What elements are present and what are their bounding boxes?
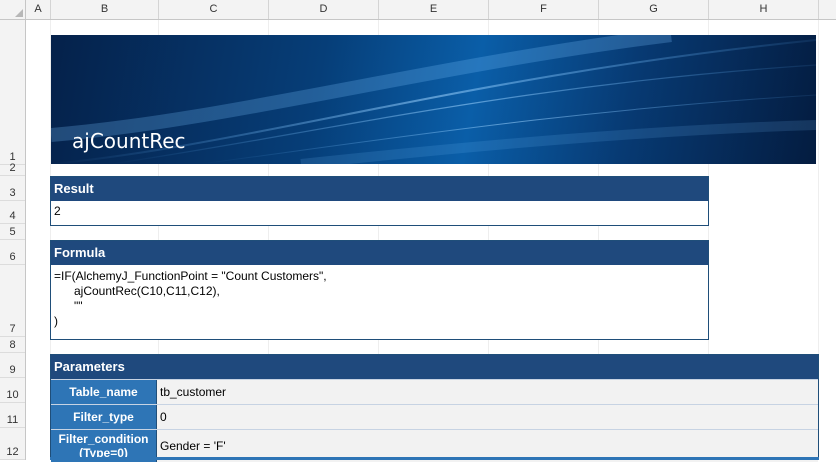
banner-title: ajCountRec bbox=[72, 129, 186, 153]
select-all-corner[interactable] bbox=[0, 0, 26, 19]
row-header-5[interactable]: 5 bbox=[0, 224, 25, 240]
row-header-7[interactable]: 7 bbox=[0, 265, 25, 337]
row-header-bar: 1 2 3 4 5 6 7 8 9 10 11 12 bbox=[0, 20, 26, 460]
result-value-cell[interactable]: 2 bbox=[51, 201, 708, 221]
formula-line: ) bbox=[54, 314, 58, 328]
formula-cell[interactable]: =IF(AlchemyJ_FunctionPoint = "Count Cust… bbox=[51, 265, 708, 332]
parameter-key-filter-type: Filter_type bbox=[51, 405, 157, 429]
row-header-10[interactable]: 10 bbox=[0, 378, 25, 403]
column-header-h[interactable]: H bbox=[709, 0, 819, 19]
row-header-2[interactable]: 2 bbox=[0, 162, 25, 176]
row-header-6[interactable]: 6 bbox=[0, 240, 25, 265]
column-header-a[interactable]: A bbox=[26, 0, 51, 19]
select-all-triangle-icon bbox=[15, 9, 23, 17]
parameter-key-table-name: Table_name bbox=[51, 380, 157, 404]
column-header-f[interactable]: F bbox=[489, 0, 599, 19]
title-banner: ajCountRec bbox=[51, 35, 816, 164]
parameters-section: Parameters Table_name tb_customer Filter… bbox=[50, 354, 819, 462]
column-header-e[interactable]: E bbox=[379, 0, 489, 19]
parameter-value-table-name[interactable]: tb_customer bbox=[157, 380, 818, 404]
row-header-3[interactable]: 3 bbox=[0, 176, 25, 201]
formula-line: "" bbox=[54, 299, 83, 313]
parameter-row: Filter_type 0 bbox=[51, 404, 818, 429]
column-header-g[interactable]: G bbox=[599, 0, 709, 19]
column-header-bar: A B C D E F G H bbox=[0, 0, 836, 20]
row-header-12[interactable]: 12 bbox=[0, 428, 25, 460]
formula-header: Formula bbox=[51, 241, 708, 265]
row-header-11[interactable]: 11 bbox=[0, 403, 25, 428]
formula-line: =IF(AlchemyJ_FunctionPoint = "Count Cust… bbox=[54, 269, 327, 283]
row-header-4[interactable]: 4 bbox=[0, 201, 25, 224]
parameters-header: Parameters bbox=[51, 355, 818, 379]
parameter-value-filter-type[interactable]: 0 bbox=[157, 405, 818, 429]
column-header-b[interactable]: B bbox=[51, 0, 159, 19]
column-header-d[interactable]: D bbox=[269, 0, 379, 19]
row-header-1[interactable]: 1 bbox=[0, 20, 25, 165]
column-header-c[interactable]: C bbox=[159, 0, 269, 19]
formula-line: ajCountRec(C10,C11,C12), bbox=[54, 284, 220, 298]
result-section: Result 2 bbox=[50, 176, 709, 226]
row-header-8[interactable]: 8 bbox=[0, 337, 25, 353]
result-header: Result bbox=[51, 177, 708, 201]
parameter-row: Table_name tb_customer bbox=[51, 379, 818, 404]
formula-section: Formula =IF(AlchemyJ_FunctionPoint = "Co… bbox=[50, 240, 709, 340]
row-header-9[interactable]: 9 bbox=[0, 353, 25, 378]
